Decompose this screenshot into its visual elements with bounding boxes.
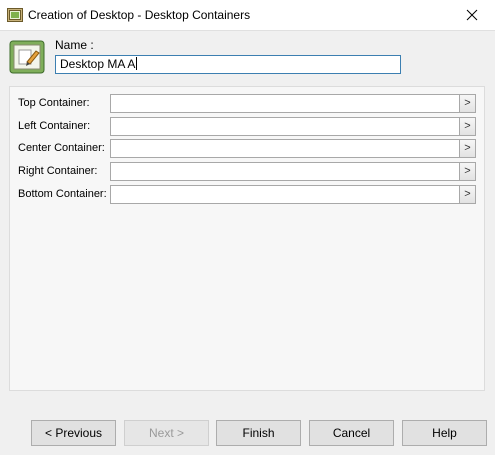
top-container-browse-button[interactable]: > xyxy=(459,94,476,113)
center-container-label: Center Container: xyxy=(18,142,105,154)
finish-button[interactable]: Finish xyxy=(216,420,301,446)
left-container-field[interactable] xyxy=(110,117,468,136)
name-input[interactable]: Desktop MA A xyxy=(55,55,401,74)
desktop-app-icon xyxy=(7,8,23,22)
left-container-row: Left Container: > xyxy=(10,117,486,137)
right-container-label: Right Container: xyxy=(18,165,98,177)
top-container-label: Top Container: xyxy=(18,97,90,109)
left-container-browse-button[interactable]: > xyxy=(459,117,476,136)
cancel-button[interactable]: Cancel xyxy=(309,420,394,446)
previous-button[interactable]: < Previous xyxy=(31,420,116,446)
name-input-value: Desktop MA A xyxy=(60,57,136,71)
bottom-container-row: Bottom Container: > xyxy=(10,185,486,205)
top-container-field[interactable] xyxy=(110,94,468,113)
right-container-row: Right Container: > xyxy=(10,162,486,182)
close-button[interactable] xyxy=(449,0,495,30)
containers-panel: Top Container: > Left Container: > Cente… xyxy=(9,86,485,391)
name-label: Name : xyxy=(55,38,94,52)
right-container-field[interactable] xyxy=(110,162,468,181)
right-container-browse-button[interactable]: > xyxy=(459,162,476,181)
bottom-container-label: Bottom Container: xyxy=(18,188,107,200)
title-bar[interactable]: Creation of Desktop - Desktop Containers xyxy=(0,0,495,31)
edit-desktop-icon xyxy=(9,40,45,74)
center-container-row: Center Container: > xyxy=(10,139,486,159)
help-button[interactable]: Help xyxy=(402,420,487,446)
next-button[interactable]: Next > xyxy=(124,420,209,446)
center-container-browse-button[interactable]: > xyxy=(459,139,476,158)
left-container-label: Left Container: xyxy=(18,120,91,132)
center-container-field[interactable] xyxy=(110,139,468,158)
close-icon xyxy=(466,9,478,21)
bottom-container-field[interactable] xyxy=(110,185,468,204)
window-title: Creation of Desktop - Desktop Containers xyxy=(28,8,251,22)
text-caret xyxy=(136,57,138,70)
top-container-row: Top Container: > xyxy=(10,94,486,114)
bottom-container-browse-button[interactable]: > xyxy=(459,185,476,204)
